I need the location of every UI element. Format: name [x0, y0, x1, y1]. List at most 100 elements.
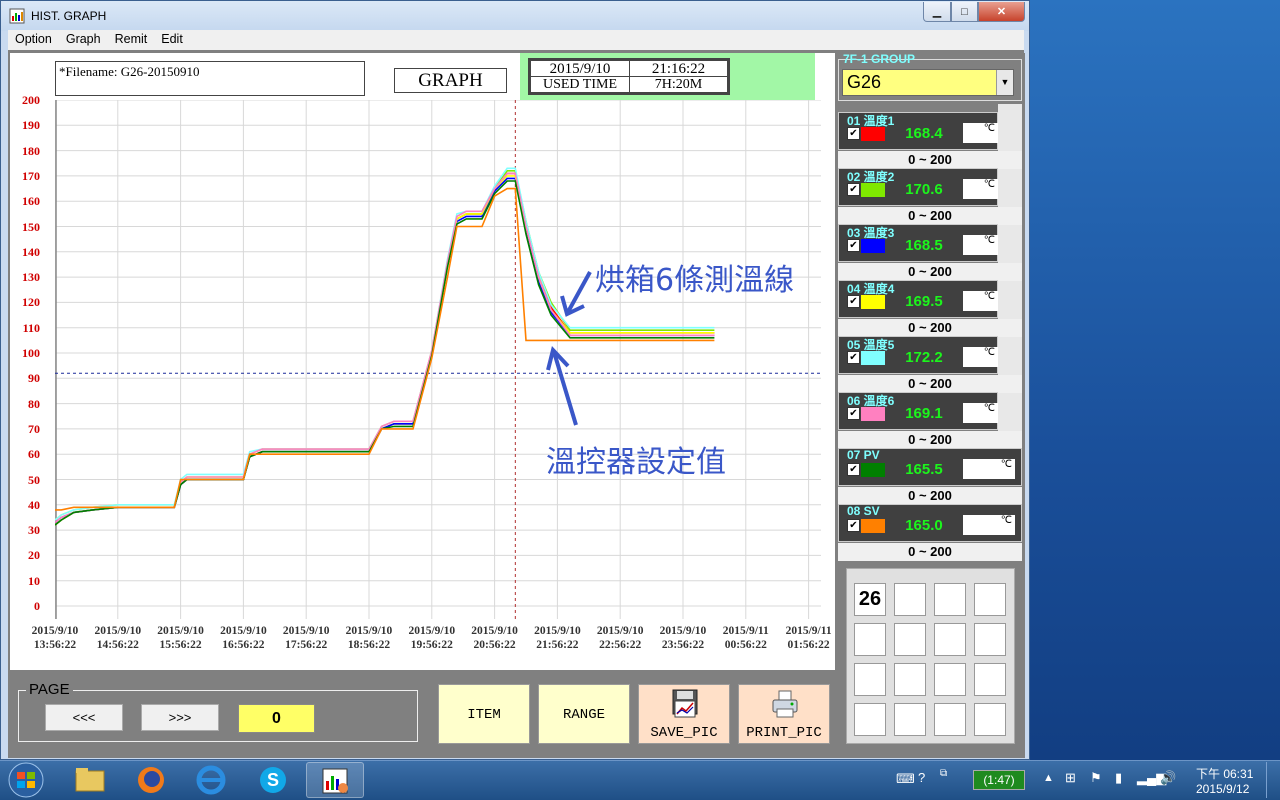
- used-time-label: USED TIME: [530, 76, 630, 93]
- next-page-button[interactable]: >>>: [141, 704, 219, 731]
- channel-color-swatch: [861, 127, 885, 141]
- menu-edit[interactable]: Edit: [154, 30, 190, 48]
- x-tick-label: 2015/9/10 23:56:22: [659, 625, 707, 651]
- print-pic-label: PRINT_PIC: [746, 725, 822, 741]
- page-grid-cell[interactable]: [974, 703, 1006, 736]
- page-grid-cell[interactable]: [894, 703, 926, 736]
- channel-checkbox[interactable]: ✔: [847, 463, 860, 476]
- maximize-button[interactable]: □: [951, 2, 978, 22]
- page-grid-cell[interactable]: 26: [854, 583, 886, 616]
- channel-unit: ℃: [963, 459, 1015, 479]
- page-grid-cell[interactable]: [854, 663, 886, 696]
- battery-indicator[interactable]: (1:47): [973, 770, 1025, 790]
- page-grid-cell[interactable]: [934, 623, 966, 656]
- close-button[interactable]: ✕: [978, 2, 1025, 22]
- page-grid-cell[interactable]: [974, 663, 1006, 696]
- tray-restore-icon[interactable]: ⧉: [940, 768, 947, 779]
- menu-remit[interactable]: Remit: [108, 30, 155, 48]
- page-grid-cell[interactable]: [974, 583, 1006, 616]
- channel-color-swatch: [861, 351, 885, 365]
- taskbar-hist-graph[interactable]: [306, 762, 364, 798]
- taskbar-skype[interactable]: S: [244, 762, 302, 798]
- y-tick-label: 130: [22, 270, 40, 285]
- channel-color-swatch: [861, 295, 885, 309]
- print-pic-button[interactable]: PRINT_PIC: [738, 684, 830, 744]
- channel-value: 165.5: [905, 461, 943, 478]
- graph-label: GRAPH: [394, 68, 507, 93]
- x-tick-label: 2015/9/11 00:56:22: [722, 625, 769, 651]
- x-tick-label: 2015/9/11 01:56:22: [785, 625, 832, 651]
- tray-help-icon[interactable]: ?: [918, 770, 925, 785]
- clock-date[interactable]: 2015/9/12: [1196, 782, 1249, 796]
- y-tick-label: 160: [22, 194, 40, 209]
- taskbar-explorer[interactable]: [60, 762, 118, 798]
- channel-unit: ℃: [963, 515, 1015, 535]
- page-grid-cell[interactable]: [894, 623, 926, 656]
- channel-row: 04 溫度4 ✔ 169.5 ℃: [838, 280, 998, 318]
- save-icon: [672, 689, 698, 718]
- menu-graph[interactable]: Graph: [59, 30, 108, 48]
- tray-battery-icon[interactable]: ▮: [1115, 770, 1122, 786]
- date-value: 2015/9/10: [530, 60, 630, 77]
- taskbar-firefox[interactable]: [122, 762, 180, 798]
- title-bar[interactable]: HIST. GRAPH: [1, 1, 1029, 31]
- tray-show-hidden-icon[interactable]: ▲: [1043, 772, 1054, 784]
- page-grid-cell[interactable]: [854, 623, 886, 656]
- channel-range: 0 ~ 200: [838, 207, 1022, 225]
- channel-checkbox[interactable]: ✔: [847, 127, 860, 140]
- page-grid-cell[interactable]: [894, 583, 926, 616]
- chevron-down-icon[interactable]: ▼: [996, 70, 1013, 95]
- channel-checkbox[interactable]: ✔: [847, 183, 860, 196]
- page-grid-cell[interactable]: [934, 703, 966, 736]
- page-grid-cell[interactable]: [974, 623, 1006, 656]
- channel-checkbox[interactable]: ✔: [847, 295, 860, 308]
- prev-page-button[interactable]: <<<: [45, 704, 123, 731]
- page-grid-cell[interactable]: [894, 663, 926, 696]
- item-button[interactable]: ITEM: [438, 684, 530, 744]
- channel-checkbox[interactable]: ✔: [847, 239, 860, 252]
- channel-range: 0 ~ 200: [838, 487, 1022, 505]
- firefox-icon: [138, 767, 164, 793]
- annotation-lines-note: 烘箱6條測溫線: [595, 263, 795, 298]
- tray-windows-icon[interactable]: ⊞: [1065, 770, 1076, 786]
- hist-graph-app-icon: [322, 768, 348, 794]
- page-grid-cell[interactable]: [854, 703, 886, 736]
- range-button[interactable]: RANGE: [538, 684, 630, 744]
- page-grid-cell[interactable]: [934, 663, 966, 696]
- channel-value: 168.5: [905, 237, 943, 254]
- y-tick-label: 70: [28, 421, 40, 436]
- folder-icon: [75, 768, 105, 792]
- page-grid-cell[interactable]: [934, 583, 966, 616]
- tray-flag-icon[interactable]: ⚑: [1090, 770, 1102, 786]
- group-select-value: G26: [847, 72, 882, 92]
- channel-checkbox[interactable]: ✔: [847, 351, 860, 364]
- channel-value: 168.4: [905, 125, 943, 142]
- channel-checkbox[interactable]: ✔: [847, 407, 860, 420]
- channel-name: 08 SV: [847, 504, 880, 518]
- channel-row: 03 溫度3 ✔ 168.5 ℃: [838, 224, 998, 262]
- y-tick-label: 200: [22, 93, 40, 107]
- x-tick-label: 2015/9/10 20:56:22: [471, 625, 518, 651]
- tray-keyboard-icon[interactable]: ⌨: [896, 771, 915, 787]
- x-tick-label: 2015/9/10 16:56:22: [220, 625, 267, 651]
- taskbar-ie[interactable]: [182, 762, 240, 798]
- minimize-button[interactable]: ▁: [923, 2, 951, 22]
- menu-option[interactable]: Option: [8, 30, 59, 48]
- x-tick-label: 2015/9/10 21:56:22: [534, 625, 581, 651]
- show-desktop-button[interactable]: [1266, 762, 1278, 798]
- channel-range: 0 ~ 200: [838, 543, 1022, 561]
- channel-unit: ℃: [963, 403, 998, 423]
- window-title: HIST. GRAPH: [31, 9, 107, 23]
- channel-row: 01 溫度1 ✔ 168.4 ℃: [838, 112, 998, 150]
- clock-time[interactable]: 下午 06:31: [1196, 765, 1253, 782]
- channel-row: 05 溫度5 ✔ 172.2 ℃: [838, 336, 998, 374]
- page-number: 0: [238, 704, 315, 733]
- group-select[interactable]: G26 ▼: [842, 69, 1014, 96]
- chart-plot[interactable]: [55, 100, 821, 619]
- filename-label: *Filename: G26-20150910: [55, 61, 365, 96]
- channel-checkbox[interactable]: ✔: [847, 519, 860, 532]
- tray-volume-icon[interactable]: 🔊: [1160, 770, 1176, 786]
- save-pic-button[interactable]: SAVE_PIC: [638, 684, 730, 744]
- channel-unit: ℃: [963, 179, 998, 199]
- start-button-icon[interactable]: [6, 762, 46, 798]
